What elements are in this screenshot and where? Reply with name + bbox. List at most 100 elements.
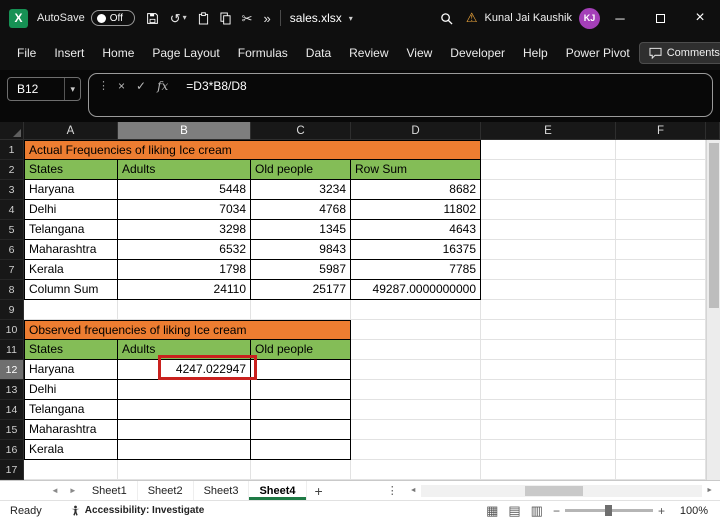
cell-E13[interactable] [481,380,616,400]
row-header-12[interactable]: 12 [0,360,24,380]
cell-C11[interactable]: Old people [251,340,351,360]
cell-E8[interactable] [481,280,616,300]
cell-B2[interactable]: Adults [118,160,251,180]
cell-B13[interactable] [118,380,251,400]
cell-A17[interactable] [24,460,118,480]
cell-A9[interactable] [24,300,118,320]
cut-button[interactable]: ✂ [242,12,253,25]
cell-F6[interactable] [616,240,706,260]
cell-E15[interactable] [481,420,616,440]
cell-B3[interactable]: 5448 [118,180,251,200]
column-header-A[interactable]: A [24,122,118,140]
cell-B14[interactable] [118,400,251,420]
cell-C13[interactable] [251,380,351,400]
row-header-14[interactable]: 14 [0,400,24,420]
cell-E5[interactable] [481,220,616,240]
ribbon-tab-data[interactable]: Data [297,46,340,60]
row-header-8[interactable]: 8 [0,280,24,300]
row-header-17[interactable]: 17 [0,460,24,480]
cell-A16[interactable]: Kerala [24,440,118,460]
row-header-10[interactable]: 10 [0,320,24,340]
cell-F12[interactable] [616,360,706,380]
cell-B11[interactable]: Adults [118,340,251,360]
cell-F5[interactable] [616,220,706,240]
cell-D10[interactable] [351,320,481,340]
sheet-tab-sheet4[interactable]: Sheet4 [249,481,307,500]
cell-B15[interactable] [118,420,251,440]
ribbon-tab-developer[interactable]: Developer [441,46,514,60]
cell-E4[interactable] [481,200,616,220]
cell-F11[interactable] [616,340,706,360]
user-avatar[interactable]: KJ [579,7,600,29]
cell-F10[interactable] [616,320,706,340]
cell-F1[interactable] [616,140,706,160]
cell-A11[interactable]: States [24,340,118,360]
cell-E6[interactable] [481,240,616,260]
cell-D5[interactable]: 4643 [351,220,481,240]
formula-text[interactable]: =D3*B8/D8 [186,77,246,95]
row-header-2[interactable]: 2 [0,160,24,180]
cell-A13[interactable]: Delhi [24,380,118,400]
cell-C17[interactable] [251,460,351,480]
add-sheet-button[interactable]: + [315,483,323,499]
cancel-button[interactable]: × [118,77,125,95]
view-normal-button[interactable]: ▦ [486,504,498,517]
ribbon-tab-power-pivot[interactable]: Power Pivot [557,46,639,60]
name-box-dropdown-icon[interactable]: ▾ [65,84,80,95]
cell-E16[interactable] [481,440,616,460]
ribbon-tab-formulas[interactable]: Formulas [229,46,297,60]
select-all-corner[interactable] [0,122,24,140]
cell-F15[interactable] [616,420,706,440]
zoom-slider[interactable] [564,505,653,516]
cell-A7[interactable]: Kerala [24,260,118,280]
cell-D9[interactable] [351,300,481,320]
ribbon-tab-page-layout[interactable]: Page Layout [143,46,228,60]
cell-E10[interactable] [481,320,616,340]
cell-B6[interactable]: 6532 [118,240,251,260]
cell-E11[interactable] [481,340,616,360]
cell-F7[interactable] [616,260,706,280]
cell-A6[interactable]: Maharashtra [24,240,118,260]
hscroll-left-icon[interactable]: ◄ [406,487,421,494]
name-box[interactable]: B12 ▾ [7,77,81,101]
cell-F17[interactable] [616,460,706,480]
undo-button[interactable]: ↺ ▾ [170,12,187,25]
cell-E1[interactable] [481,140,616,160]
cell-A4[interactable]: Delhi [24,200,118,220]
row-header-4[interactable]: 4 [0,200,24,220]
document-title[interactable]: sales.xlsx ▾ [290,11,353,25]
cell-D2[interactable]: Row Sum [351,160,481,180]
comments-button[interactable]: Comments [638,42,720,64]
user-name[interactable]: Kunal Jai Kaushik [485,12,572,24]
cell-A1[interactable]: Actual Frequencies of liking Ice cream [24,140,481,160]
cell-E17[interactable] [481,460,616,480]
cell-C3[interactable]: 3234 [251,180,351,200]
cell-C4[interactable]: 4768 [251,200,351,220]
cell-D4[interactable]: 11802 [351,200,481,220]
cell-D14[interactable] [351,400,481,420]
ribbon-tab-file[interactable]: File [8,46,45,60]
cell-F3[interactable] [616,180,706,200]
cell-F4[interactable] [616,200,706,220]
row-header-3[interactable]: 3 [0,180,24,200]
cell-E9[interactable] [481,300,616,320]
ribbon-tab-help[interactable]: Help [514,46,557,60]
insert-function-button[interactable]: fx [157,77,168,95]
cell-B4[interactable]: 7034 [118,200,251,220]
sheet-tab-sheet2[interactable]: Sheet2 [138,481,194,500]
cell-D16[interactable] [351,440,481,460]
more-commands-button[interactable]: » [264,12,271,25]
copy-button[interactable] [220,12,231,25]
horizontal-scrollbar-track[interactable] [420,484,703,497]
save-button[interactable] [146,12,159,25]
ribbon-tab-insert[interactable]: Insert [45,46,93,60]
minimize-button[interactable]: ─ [600,0,640,36]
horizontal-scrollbar[interactable]: ◄ ► [406,481,717,500]
cell-D12[interactable] [351,360,481,380]
cell-B17[interactable] [118,460,251,480]
row-header-1[interactable]: 1 [0,140,24,160]
view-page-break-button[interactable]: ▥ [531,504,543,517]
cell-F16[interactable] [616,440,706,460]
cell-D11[interactable] [351,340,481,360]
sheet-nav-right-icon[interactable]: ► [64,486,82,495]
